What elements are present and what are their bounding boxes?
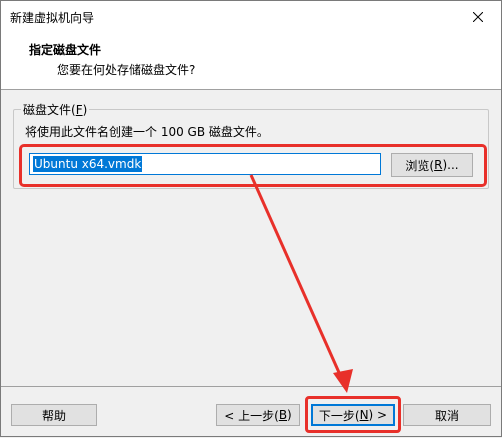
close-icon — [473, 12, 483, 22]
wizard-header: 指定磁盘文件 您要在何处存储磁盘文件? — [1, 33, 501, 90]
title-bar: 新建虚拟机向导 — [1, 1, 501, 33]
annotation-arrow-line — [249, 174, 343, 378]
disk-file-description: 将使用此文件名创建一个 100 GB 磁盘文件。 — [25, 125, 269, 139]
new-vm-wizard-window: 新建虚拟机向导 指定磁盘文件 您要在何处存储磁盘文件? 磁盘文件(F) 将使用此… — [0, 0, 502, 437]
page-title: 指定磁盘文件 — [29, 43, 102, 57]
annotation-arrow-head — [333, 369, 353, 393]
back-button[interactable]: < 上一步(B) — [216, 404, 300, 426]
cancel-button[interactable]: 取消 — [403, 404, 491, 426]
annotation-highlight-next — [305, 396, 401, 433]
disk-file-group-label: 磁盘文件(F) — [21, 101, 90, 118]
close-button[interactable] — [455, 1, 501, 33]
page-subtitle: 您要在何处存储磁盘文件? — [57, 63, 196, 77]
window-title: 新建虚拟机向导 — [10, 11, 95, 25]
help-button[interactable]: 帮助 — [11, 404, 97, 426]
footer-divider — [1, 386, 501, 387]
annotation-highlight-file — [19, 144, 487, 187]
